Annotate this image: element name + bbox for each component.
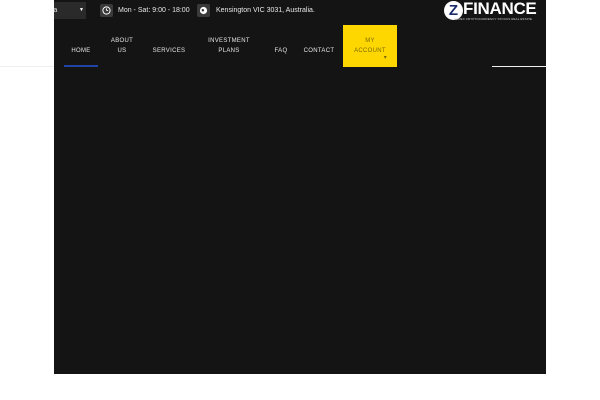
nav-item-label: HOME bbox=[71, 48, 91, 54]
nav-item-label: SERVICES bbox=[152, 48, 186, 54]
nav-item-label: ABOUT bbox=[110, 38, 134, 44]
nav-item-label: MY bbox=[365, 38, 375, 44]
address-text: Kensington VIC 3031, Australia. bbox=[216, 7, 315, 14]
nav-item-home[interactable]: HOME bbox=[64, 25, 98, 67]
country-select-clip: ralia ▼ bbox=[54, 0, 86, 24]
header-divider-left bbox=[0, 66, 54, 67]
country-select[interactable]: ralia ▼ bbox=[54, 2, 86, 19]
dropdown-indicator-icon: ▾ bbox=[383, 55, 387, 61]
site-frame: ralia ▼ Mon - Sat: 9:00 - 18:00 Kensingt… bbox=[54, 0, 546, 374]
nav-item-label: INVESTMENT bbox=[208, 38, 250, 44]
top-bar: ralia ▼ Mon - Sat: 9:00 - 18:00 Kensingt… bbox=[54, 0, 546, 24]
nav-item-label: ACCOUNT bbox=[354, 48, 386, 54]
chevron-down-icon: ▼ bbox=[79, 7, 84, 13]
my-account-button[interactable]: MY ACCOUNT ▾ bbox=[343, 25, 397, 67]
opening-hours: Mon - Sat: 9:00 - 18:00 bbox=[118, 7, 190, 14]
nav-item-services[interactable]: SERVICES bbox=[150, 25, 188, 67]
globe-icon bbox=[197, 4, 210, 17]
nav-item-contact[interactable]: CONTACT bbox=[300, 25, 338, 67]
nav-item-label: PLANS bbox=[218, 48, 240, 54]
nav-item-faq[interactable]: FAQ bbox=[270, 25, 292, 67]
country-select-value: ralia bbox=[54, 7, 58, 14]
site-logo[interactable]: Z FINANCE FOREX CRYPTOCURRENCY STOCKS RE… bbox=[444, 0, 540, 24]
nav-item-label: CONTACT bbox=[303, 48, 335, 54]
page: ralia ▼ Mon - Sat: 9:00 - 18:00 Kensingt… bbox=[0, 0, 600, 400]
main-nav: HOME ABOUT US SERVICES INVESTMENT PLANS … bbox=[54, 25, 546, 67]
nav-item-label: FAQ bbox=[274, 48, 288, 54]
clock-icon bbox=[100, 4, 113, 17]
nav-item-about-us[interactable]: ABOUT US bbox=[108, 25, 136, 67]
header-divider-right bbox=[492, 66, 546, 67]
logo-tagline: FOREX CRYPTOCURRENCY STOCKS REAL ESTATE bbox=[454, 17, 533, 21]
nav-item-label: US bbox=[117, 48, 127, 54]
nav-item-investment-plans[interactable]: INVESTMENT PLANS bbox=[204, 25, 254, 67]
